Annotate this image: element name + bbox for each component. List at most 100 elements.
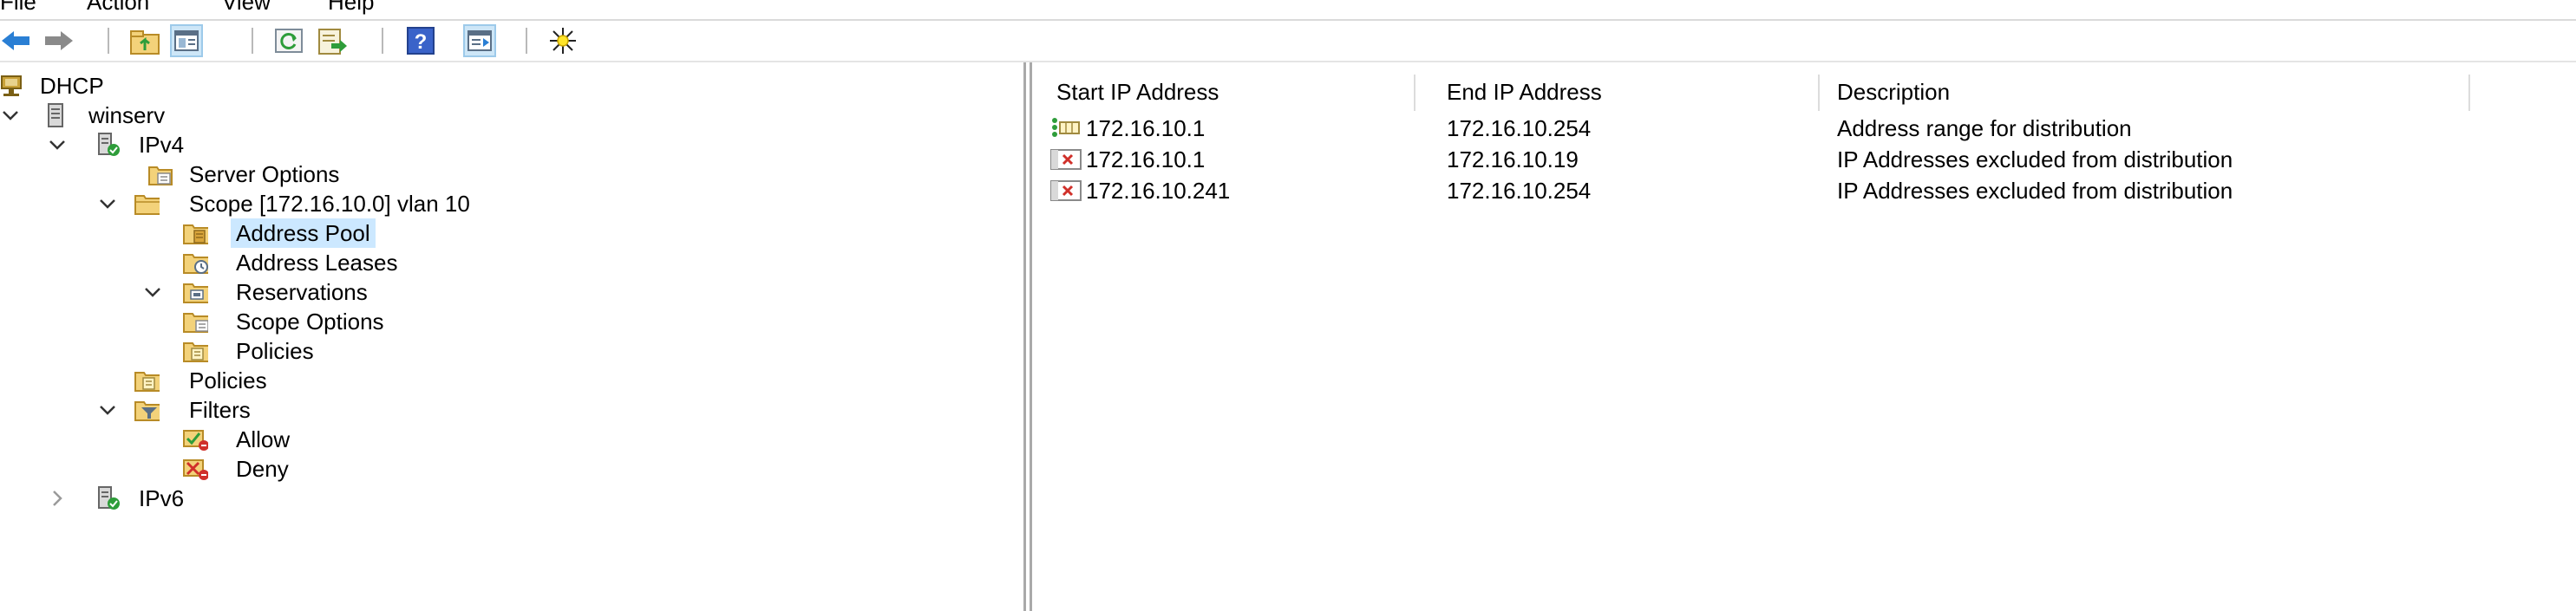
tree-label: Policies: [236, 338, 314, 364]
tree-node-address-pool[interactable]: Address Pool: [0, 218, 607, 248]
menu-action[interactable]: Action: [87, 0, 149, 17]
policies-icon: [183, 342, 208, 362]
tree-label: Allow: [236, 426, 291, 452]
address-leases-icon: [183, 254, 208, 274]
tree-node-ipv4[interactable]: IPv4: [0, 130, 520, 159]
tree-label: Server Options: [189, 161, 340, 187]
description-cell: IP Addresses excluded from distribution: [1837, 146, 2233, 172]
folder-up-icon: [130, 30, 160, 55]
chevron-down-icon[interactable]: [47, 130, 68, 159]
start-ip-cell: 172.16.10.241: [1086, 178, 1231, 204]
filters-icon: [134, 401, 160, 421]
exclusion-icon: [1050, 149, 1082, 170]
back-button[interactable]: [0, 24, 33, 57]
chevron-down-icon[interactable]: [97, 189, 118, 218]
start-ip-cell: 172.16.10.1: [1086, 146, 1206, 172]
tree-node-ipv6[interactable]: IPv6: [0, 484, 520, 513]
up-level-button[interactable]: [128, 24, 161, 57]
back-arrow-icon: [2, 31, 29, 50]
server-icon: [48, 103, 63, 127]
tree-label: winserv: [88, 102, 166, 128]
tree-label: Scope [172.16.10.0] vlan 10: [189, 191, 470, 217]
tree-node-address-leases[interactable]: Address Leases: [0, 248, 607, 277]
menu-view[interactable]: View: [222, 0, 271, 17]
toolbar-separator: [526, 28, 527, 54]
toolbar-separator: [108, 28, 109, 54]
new-exclusion-range-button[interactable]: [546, 24, 579, 57]
dhcp-root-icon: [1, 75, 22, 96]
table-row[interactable]: 172.16.10.241 172.16.10.254 IP Addresses…: [1036, 175, 2576, 206]
console-tree[interactable]: DHCP winserv IPv4 Server Options Scope […: [0, 62, 1023, 611]
show-action-pane-button[interactable]: [463, 24, 496, 57]
menu-file[interactable]: File: [0, 0, 36, 17]
tree-node-filters[interactable]: Filters: [0, 395, 607, 425]
menu-bar: File Action View Help: [0, 0, 2576, 17]
tree-node-winserv[interactable]: winserv: [0, 101, 520, 130]
server-options-icon: [148, 166, 173, 185]
description-cell: Address range for distribution: [1837, 115, 2132, 141]
end-ip-cell: 172.16.10.254: [1447, 115, 1592, 141]
results-list[interactable]: Start IP Address End IP Address Descript…: [1036, 62, 2576, 611]
pane-splitter[interactable]: [1023, 62, 1026, 611]
ipv6-icon: [98, 486, 120, 510]
exclusion-icon: [1050, 180, 1082, 201]
end-ip-cell: 172.16.10.254: [1447, 178, 1592, 204]
table-row[interactable]: 172.16.10.1 172.16.10.254 Address range …: [1036, 113, 2576, 144]
address-range-icon: [1052, 118, 1080, 137]
help-button[interactable]: ?: [404, 24, 437, 57]
column-divider[interactable]: [2468, 75, 2470, 111]
chevron-right-icon[interactable]: [47, 484, 68, 513]
refresh-button[interactable]: [272, 24, 305, 57]
allow-filter-icon: [183, 430, 208, 451]
tree-label: Policies: [189, 367, 267, 393]
chevron-down-icon[interactable]: [97, 395, 118, 425]
tree-label: Filters: [189, 397, 251, 423]
tree-node-server-options[interactable]: Server Options: [0, 159, 607, 189]
tree-node-policies[interactable]: Policies: [0, 366, 607, 395]
tree-label: Deny: [236, 456, 289, 482]
tree-node-reservations[interactable]: Reservations: [0, 277, 607, 307]
forward-arrow-icon: [45, 31, 73, 50]
tree-node-dhcp[interactable]: DHCP: [0, 71, 520, 101]
sparkle-icon: [550, 28, 576, 54]
column-header-end-ip[interactable]: End IP Address: [1447, 62, 1602, 106]
menu-help[interactable]: Help: [328, 0, 374, 17]
tree-label: Reservations: [236, 279, 368, 305]
tree-node-scope-options[interactable]: Scope Options: [0, 307, 607, 336]
forward-button[interactable]: [42, 24, 75, 57]
tree-label: Address Leases: [236, 250, 398, 276]
chevron-down-icon[interactable]: [0, 101, 21, 130]
policies-icon: [134, 372, 160, 392]
chevron-down-icon[interactable]: [142, 277, 163, 307]
description-cell: IP Addresses excluded from distribution: [1837, 178, 2233, 204]
export-list-button[interactable]: [316, 24, 349, 57]
column-divider[interactable]: [1818, 75, 1820, 111]
show-hide-console-tree-button[interactable]: [170, 24, 203, 57]
toolbar-separator: [252, 28, 253, 54]
tree-node-deny[interactable]: Deny: [0, 454, 607, 484]
tree-node-scope-policies[interactable]: Policies: [0, 336, 607, 366]
action-pane-icon: [467, 30, 492, 51]
console-tree-icon: [174, 30, 199, 51]
scope-folder-icon: [134, 195, 160, 215]
column-header-start-ip[interactable]: Start IP Address: [1056, 62, 1219, 106]
svg-text:?: ?: [415, 30, 428, 54]
column-divider[interactable]: [1414, 75, 1415, 111]
tree-label: DHCP: [40, 73, 104, 99]
tree-label: IPv4: [139, 132, 185, 158]
export-list-icon: [318, 29, 347, 55]
table-row[interactable]: 172.16.10.1 172.16.10.19 IP Addresses ex…: [1036, 144, 2576, 175]
toolbar-separator: [382, 28, 383, 54]
tree-label: IPv6: [139, 485, 185, 511]
refresh-icon: [275, 29, 303, 53]
toolbar: ?: [0, 21, 2576, 61]
end-ip-cell: 172.16.10.19: [1447, 146, 1579, 172]
reservations-icon: [183, 283, 208, 303]
tree-node-allow[interactable]: Allow: [0, 425, 607, 454]
tree-node-scope[interactable]: Scope [172.16.10.0] vlan 10: [0, 189, 781, 218]
help-icon: ?: [407, 27, 435, 55]
pane-splitter-edge: [1030, 62, 1032, 611]
tree-label: Scope Options: [236, 309, 384, 335]
deny-filter-icon: [183, 459, 208, 480]
column-header-description[interactable]: Description: [1837, 62, 1950, 106]
